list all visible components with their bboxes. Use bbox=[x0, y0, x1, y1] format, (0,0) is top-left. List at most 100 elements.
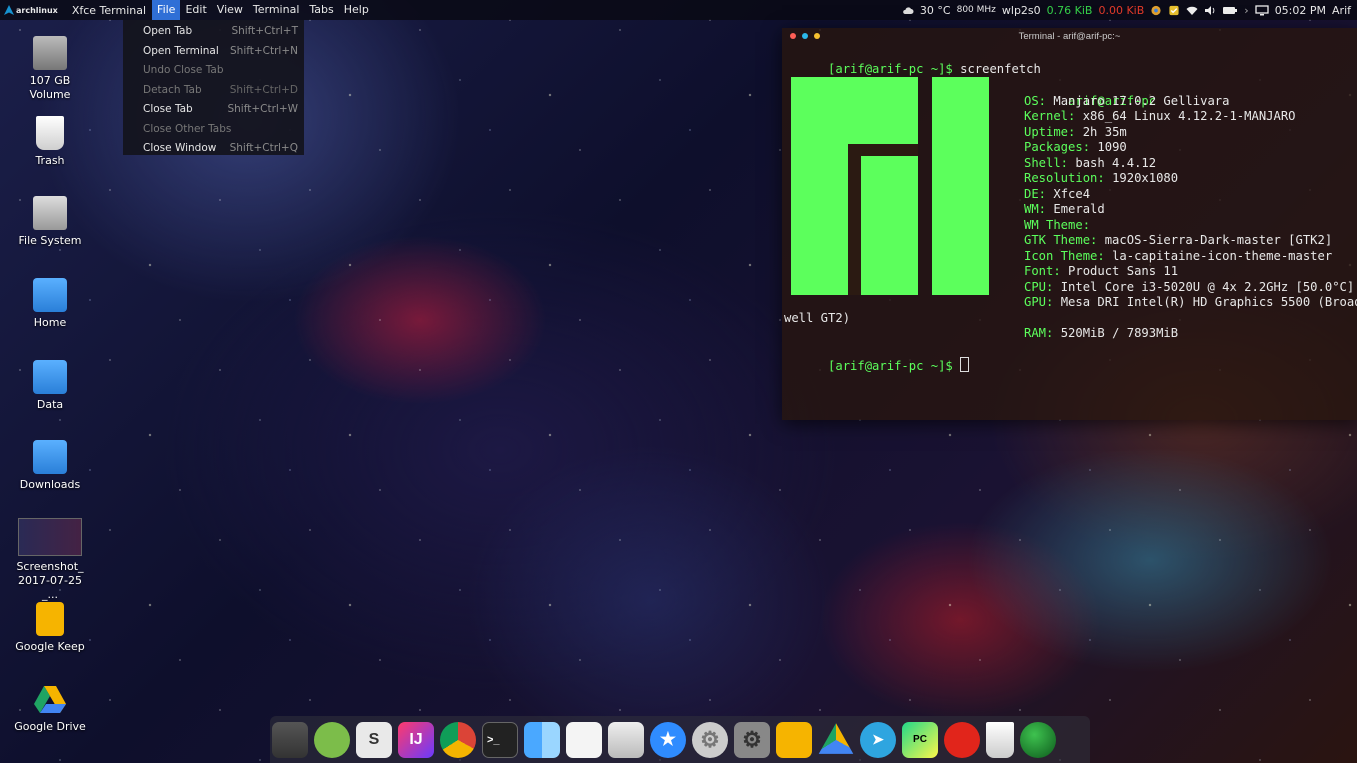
intellij-idea-icon[interactable]: IJ bbox=[398, 721, 434, 758]
settings-gear-icon[interactable]: ⚙ bbox=[692, 721, 728, 758]
network-upload-rate: 0.00 KiB bbox=[1098, 3, 1145, 17]
google-keep-icon bbox=[36, 602, 64, 636]
shell-prompt: [arif@arif-pc ~]$ bbox=[828, 61, 953, 76]
sysinfo-value: 1920x1080 bbox=[1112, 171, 1179, 185]
menu-item-label: Open Tab bbox=[143, 25, 193, 37]
sysinfo-value: Product Sans 11 bbox=[1068, 264, 1179, 278]
desktop-icon-screenshot[interactable]: Screenshot_2017-07-25_... bbox=[10, 518, 90, 602]
android-studio-icon[interactable] bbox=[314, 721, 350, 758]
menu-item-label: Close Other Tabs bbox=[143, 122, 232, 135]
sysinfo-value: Intel Core i3-5020U @ 4x 2.2GHz [50.0°C] bbox=[1060, 279, 1355, 294]
desktop-icon-trash[interactable]: Trash bbox=[10, 116, 90, 168]
google-keep-icon[interactable] bbox=[776, 721, 812, 758]
terminal-titlebar[interactable]: Terminal - arif@arif-pc:~ bbox=[782, 28, 1357, 44]
desktop-icon-google-drive[interactable]: Google Drive bbox=[10, 682, 90, 734]
menu-tabs[interactable]: Tabs bbox=[304, 0, 338, 20]
desktop-icon-file-system[interactable]: File System bbox=[10, 196, 90, 248]
sysinfo-key: DE: bbox=[1024, 186, 1047, 201]
google-drive-icon[interactable] bbox=[818, 723, 854, 754]
sysinfo-key: OS: bbox=[1024, 93, 1047, 108]
menu-item-label: Close Tab bbox=[143, 103, 193, 115]
desktop-icon-label: Screenshot_2017-07-25_... bbox=[16, 560, 84, 601]
sysinfo-value: Xfce4 bbox=[1053, 186, 1091, 201]
clock[interactable]: 05:02 PM bbox=[1275, 4, 1326, 17]
sysinfo-value: 520MiB / 7893MiB bbox=[1060, 326, 1179, 340]
sysinfo-key: RAM: bbox=[1024, 326, 1054, 340]
menu-terminal[interactable]: Terminal bbox=[248, 0, 305, 20]
menu-item-detach-tab: Detach Tab Shift+Ctrl+D bbox=[123, 81, 304, 101]
cpu-frequency: 800 MHz bbox=[956, 5, 996, 15]
google-drive-icon bbox=[34, 686, 66, 713]
volume-icon[interactable] bbox=[1204, 5, 1216, 16]
menu-item-shortcut: Shift+Ctrl+W bbox=[227, 103, 298, 115]
text-editor-icon[interactable] bbox=[566, 721, 602, 758]
desktop-icon-label: Google Keep bbox=[15, 640, 85, 653]
green-orb-icon[interactable] bbox=[1020, 721, 1056, 758]
menu-file[interactable]: File bbox=[152, 0, 181, 20]
menu-item-label: Close Window bbox=[143, 142, 217, 154]
sysinfo-key: CPU: bbox=[1024, 279, 1054, 294]
menu-item-shortcut: Shift+Ctrl+D bbox=[229, 83, 298, 96]
sysinfo-value: macOS-Sierra-Dark-master [GTK2] bbox=[1104, 233, 1333, 247]
sublime-icon[interactable] bbox=[272, 721, 308, 758]
sysinfo-value: 2h 35m bbox=[1082, 124, 1127, 139]
terminal-icon[interactable]: >_ bbox=[482, 721, 518, 758]
sysinfo-value: Mesa DRI Intel(R) HD Graphics 5500 (Broa… bbox=[1060, 295, 1357, 309]
desktop-icon-label: Data bbox=[36, 398, 64, 411]
menu-item-open-tab[interactable]: Open Tab Shift+Ctrl+T bbox=[123, 22, 304, 42]
photos-icon[interactable] bbox=[608, 721, 644, 758]
sysinfo-key: WM Theme: bbox=[1024, 217, 1091, 232]
network-download-rate: 0.76 KiB bbox=[1046, 3, 1093, 17]
sysinfo-value: x86_64 Linux 4.12.2-1-MANJARO bbox=[1082, 109, 1296, 123]
menu-help[interactable]: Help bbox=[339, 0, 374, 20]
sysinfo-key: Packages: bbox=[1024, 140, 1091, 154]
text-cursor bbox=[960, 357, 970, 372]
image-thumbnail-icon bbox=[18, 518, 82, 556]
telegram-icon[interactable]: ➤ bbox=[860, 721, 896, 758]
scratch-s-icon[interactable]: S bbox=[356, 721, 392, 758]
trash-icon[interactable] bbox=[986, 721, 1014, 758]
menu-view[interactable]: View bbox=[212, 0, 248, 20]
menu-item-shortcut: Shift+Ctrl+T bbox=[231, 25, 298, 37]
sysinfo-value: la-capitaine-icon-theme-master bbox=[1112, 248, 1333, 263]
chrome-icon[interactable] bbox=[440, 721, 476, 758]
arch-logo-icon bbox=[4, 5, 14, 15]
menu-item-close-other-tabs: Close Other Tabs bbox=[123, 120, 304, 140]
manjaro-logo bbox=[791, 77, 989, 295]
terminal-window[interactable]: Terminal - arif@arif-pc:~ [arif@arif-pc … bbox=[782, 28, 1357, 420]
typed-command: screenfetch bbox=[960, 61, 1041, 76]
home-folder-icon bbox=[33, 278, 67, 312]
menu-item-close-tab[interactable]: Close Tab Shift+Ctrl+W bbox=[123, 100, 304, 120]
menu-item-undo-close-tab: Undo Close Tab bbox=[123, 61, 304, 81]
dock: S IJ >_ ★ ⚙ ⚙ ➤ PC bbox=[270, 716, 1090, 763]
pycharm-icon[interactable]: PC bbox=[902, 721, 938, 758]
sysinfo-value: 1090 bbox=[1097, 140, 1127, 154]
terminal-title: Terminal - arif@arif-pc:~ bbox=[1018, 30, 1121, 42]
updates-check-icon[interactable] bbox=[1168, 5, 1180, 16]
desktop-icon-label: Home bbox=[33, 316, 67, 329]
menu-item-open-terminal[interactable]: Open Terminal Shift+Ctrl+N bbox=[123, 42, 304, 62]
desktop-icon-google-keep[interactable]: Google Keep bbox=[10, 602, 90, 654]
wifi-icon[interactable] bbox=[1186, 5, 1198, 16]
display-icon[interactable] bbox=[1255, 4, 1269, 16]
distro-label: archlinux bbox=[16, 5, 58, 15]
network-interface: wlp2s0 bbox=[1001, 3, 1041, 17]
distro-logo[interactable]: archlinux bbox=[0, 5, 66, 15]
user-menu[interactable]: Arif bbox=[1332, 4, 1351, 17]
desktop-icon-data[interactable]: Data bbox=[10, 360, 90, 412]
desktop-icon-downloads[interactable]: Downloads bbox=[10, 440, 90, 492]
chevron-right-icon[interactable]: › bbox=[1244, 4, 1248, 17]
battery-icon[interactable] bbox=[1222, 5, 1238, 16]
system-prefs-icon[interactable]: ⚙ bbox=[734, 721, 770, 758]
finder-icon[interactable] bbox=[524, 721, 560, 758]
menu-item-close-window[interactable]: Close Window Shift+Ctrl+Q bbox=[123, 139, 304, 159]
desktop-icon-volume[interactable]: 107 GB Volume bbox=[10, 36, 90, 102]
chrome-tray-icon[interactable] bbox=[1150, 5, 1162, 16]
star-app-icon[interactable]: ★ bbox=[650, 721, 686, 758]
menu-item-shortcut: Shift+Ctrl+Q bbox=[229, 142, 298, 154]
sysinfo-key: GPU: bbox=[1024, 295, 1054, 309]
pdf-reader-icon[interactable] bbox=[944, 721, 980, 758]
menu-edit[interactable]: Edit bbox=[180, 0, 211, 20]
sysinfo-key: Shell: bbox=[1024, 155, 1069, 170]
desktop-icon-home[interactable]: Home bbox=[10, 278, 90, 330]
